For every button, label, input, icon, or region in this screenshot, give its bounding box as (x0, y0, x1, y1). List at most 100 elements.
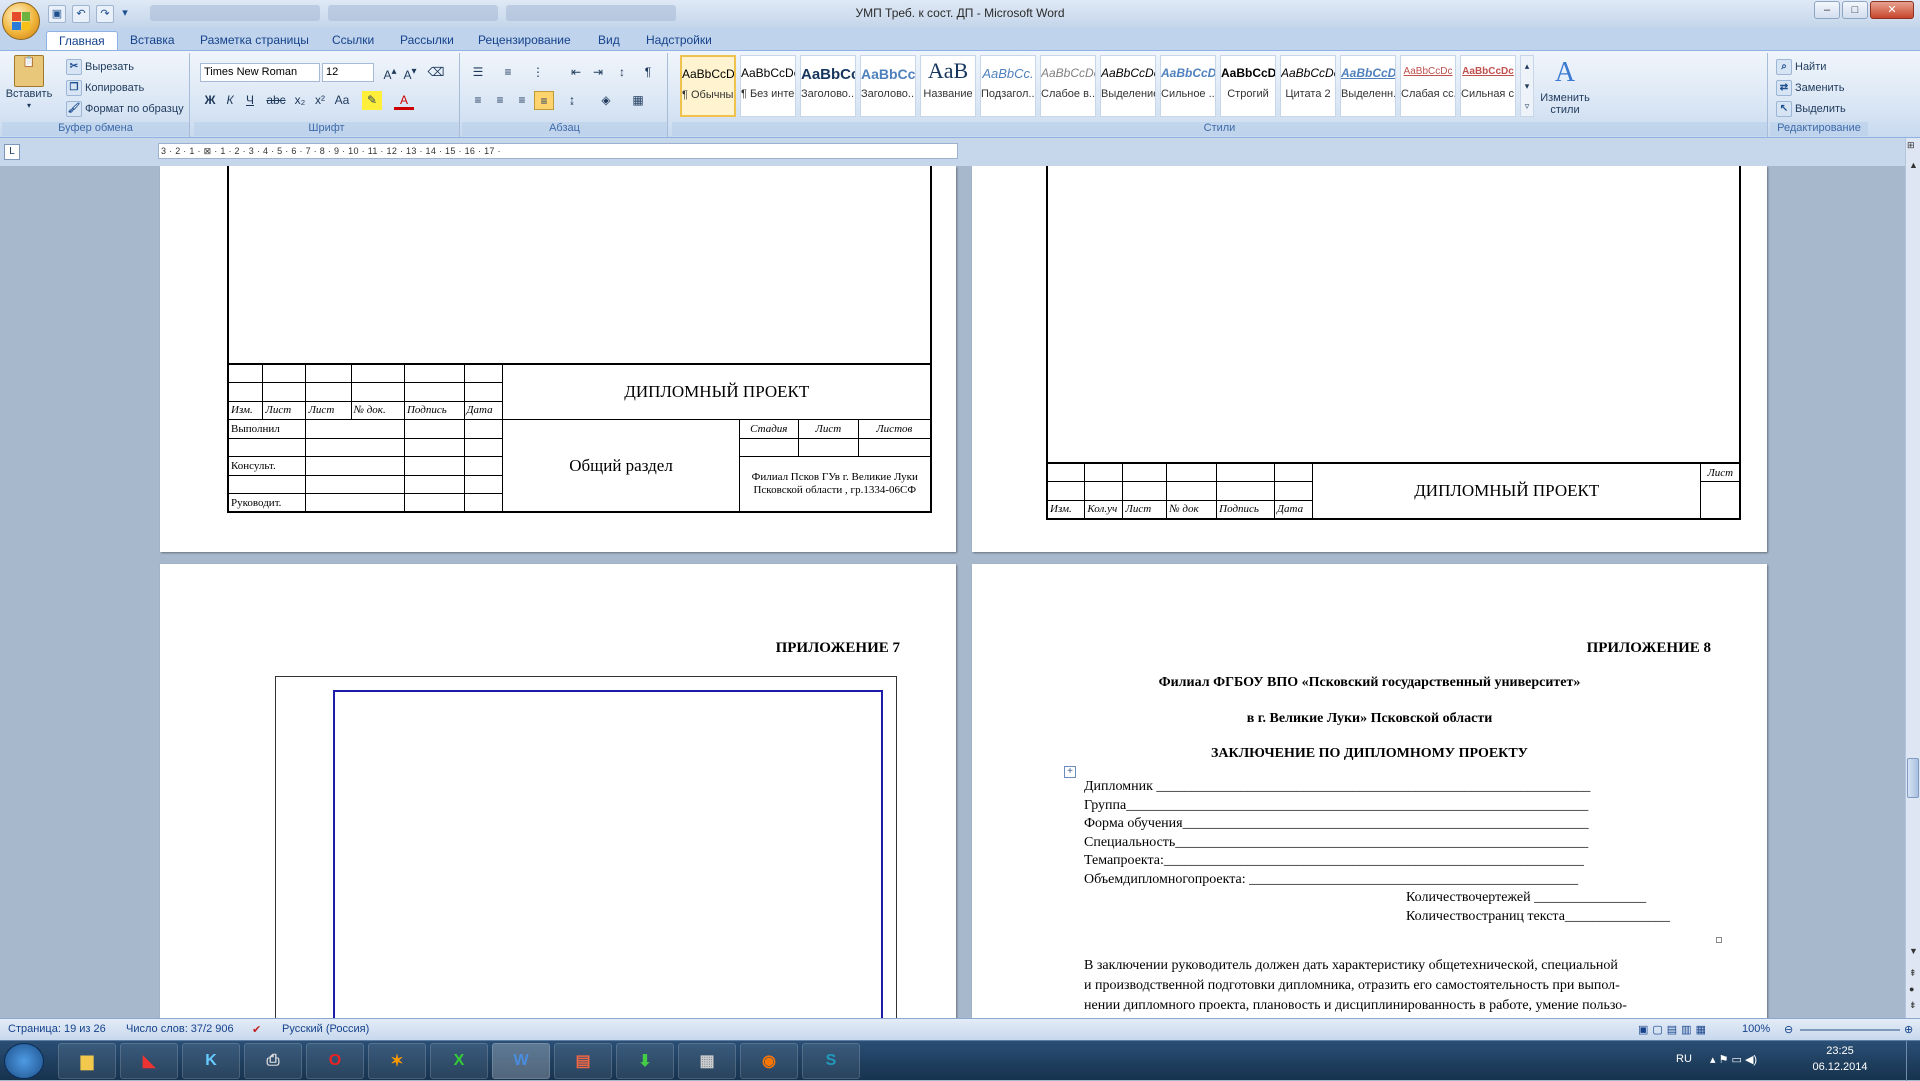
tab-home[interactable]: Главная (46, 31, 118, 50)
firefox-icon[interactable]: ◉ (740, 1043, 798, 1079)
clock-time[interactable]: 23:25 (1800, 1045, 1880, 1057)
word-count[interactable]: Число слов: 37/2 906 (126, 1023, 234, 1035)
explorer-icon[interactable]: ▆ (58, 1043, 116, 1079)
prev-page-icon[interactable]: ⇞ (1909, 968, 1917, 979)
style-heading-2[interactable]: AaBbCc Заголово... (860, 55, 916, 117)
kaspersky-icon[interactable]: K (182, 1043, 240, 1079)
app-orange-icon[interactable]: ▤ (554, 1043, 612, 1079)
tray-language[interactable]: RU (1676, 1053, 1692, 1065)
vertical-scrollbar[interactable]: ⊞ ▲ ▼ ⇞ ● ⇟ (1905, 138, 1920, 1018)
paste-button[interactable]: 📋 Вставить ▾ (6, 55, 52, 110)
justify-icon[interactable]: ≡ (534, 91, 554, 110)
language-indicator[interactable]: Русский (Россия) (282, 1023, 369, 1035)
tab-view[interactable]: Вид (586, 31, 632, 50)
table-move-handle-icon[interactable]: + (1064, 766, 1076, 778)
printer-icon[interactable]: ⎙ (244, 1043, 302, 1079)
app-star-icon[interactable]: ✶ (368, 1043, 426, 1079)
highlight-icon[interactable]: ✎ (362, 91, 382, 110)
show-marks-icon[interactable]: ¶ (638, 63, 658, 82)
style-intense-emphasis[interactable]: AaBbCcDc Сильное ... (1160, 55, 1216, 117)
download-icon[interactable]: ⬇ (616, 1043, 674, 1079)
clear-format-icon[interactable]: ⌫ (426, 63, 446, 82)
underline-button[interactable]: Ч (240, 91, 260, 110)
spellcheck-icon[interactable]: ✔ (252, 1023, 261, 1036)
zoom-in-icon[interactable]: ⊕ (1904, 1023, 1913, 1036)
multilevel-list-icon[interactable]: ⋮ (528, 63, 548, 82)
tab-mailings[interactable]: Рассылки (388, 31, 466, 50)
show-desktop-button[interactable] (1906, 1041, 1920, 1081)
styles-scroll[interactable]: ▴ ▾ ▿ (1520, 55, 1534, 117)
tab-review[interactable]: Рецензирование (466, 31, 583, 50)
cut-button[interactable]: ✂ Вырезать (66, 59, 134, 75)
font-size-combo[interactable]: 12 (322, 63, 374, 82)
tab-selector[interactable]: L (4, 144, 20, 160)
word-icon[interactable]: W (492, 1043, 550, 1079)
align-right-icon[interactable]: ≡ (512, 91, 532, 110)
style-heading-1[interactable]: AaBbCc Заголово... (800, 55, 856, 117)
zoom-slider[interactable] (1800, 1029, 1900, 1031)
subscript-button[interactable]: x₂ (290, 91, 310, 110)
grow-font-button[interactable]: A▴ (380, 63, 400, 82)
style-subtle-emphasis[interactable]: AaBbCcDc Слабое в... (1040, 55, 1096, 117)
style-intense-reference[interactable]: AaBbCcDc Сильная с... (1460, 55, 1516, 117)
superscript-button[interactable]: x² (310, 91, 330, 110)
increase-indent-icon[interactable]: ⇥ (588, 63, 608, 82)
horizontal-ruler[interactable]: 3 · 2 · 1 · ⊠ · 1 · 2 · 3 · 4 · 5 · 6 · … (158, 143, 958, 159)
style-subtle-reference[interactable]: AaBbCcDc Слабая сс... (1400, 55, 1456, 117)
borders-icon[interactable]: ▦ (628, 91, 648, 110)
style-intense-quote[interactable]: AaBbCcDc Выделенн... (1340, 55, 1396, 117)
shading-icon[interactable]: ◈ (596, 91, 616, 110)
font-name-combo[interactable]: Times New Roman (200, 63, 320, 82)
bold-button[interactable]: Ж (200, 91, 220, 110)
bullets-icon[interactable]: ☰ (468, 63, 488, 82)
tray-icons[interactable]: ▴ ⚑ ▭ ◀) (1710, 1053, 1757, 1066)
scroll-down-icon[interactable]: ▼ (1909, 946, 1918, 956)
maximize-button[interactable]: □ (1842, 1, 1868, 19)
find-button[interactable]: ⌕ Найти (1776, 59, 1826, 75)
style-quote-2[interactable]: AaBbCcDc Цитата 2 (1280, 55, 1336, 117)
tab-insert[interactable]: Вставка (118, 31, 187, 50)
numbering-icon[interactable]: ≡ (498, 63, 518, 82)
view-buttons[interactable]: ▣▢▤▥▦ (1638, 1023, 1710, 1036)
browse-object-icon[interactable]: ● (1909, 984, 1914, 994)
close-button[interactable]: ✕ (1870, 1, 1914, 19)
style-no-spacing[interactable]: AaBbCcDc ¶ Без инте... (740, 55, 796, 117)
format-painter-button[interactable]: 🖌 Формат по образцу (66, 101, 184, 117)
zoom-out-icon[interactable]: ⊖ (1784, 1023, 1793, 1036)
decrease-indent-icon[interactable]: ⇤ (566, 63, 586, 82)
opera-icon[interactable]: O (306, 1043, 364, 1079)
align-center-icon[interactable]: ≡ (490, 91, 510, 110)
change-styles-button[interactable]: A Изменить стили (1536, 57, 1594, 116)
minimize-button[interactable]: – (1814, 1, 1840, 19)
tab-page-layout[interactable]: Разметка страницы (188, 31, 321, 50)
line-spacing-icon[interactable]: ↨ (562, 91, 582, 110)
sort-icon[interactable]: ↕ (612, 63, 632, 82)
style-title[interactable]: AaB Название (920, 55, 976, 117)
style-normal[interactable]: AaBbCcDc ¶ Обычный (680, 55, 736, 117)
shrink-font-button[interactable]: A▾ (400, 63, 420, 82)
table-resize-handle[interactable] (1716, 937, 1722, 943)
clock-date[interactable]: 06.12.2014 (1800, 1061, 1880, 1073)
replace-button[interactable]: ⇄ Заменить (1776, 80, 1844, 96)
scroll-thumb[interactable] (1907, 758, 1919, 798)
office-button[interactable] (2, 2, 40, 40)
copy-button[interactable]: ❐ Копировать (66, 80, 144, 96)
select-button[interactable]: ↖ Выделить (1776, 101, 1846, 117)
style-emphasis[interactable]: AaBbCcDc Выделение (1100, 55, 1156, 117)
italic-button[interactable]: К (220, 91, 240, 110)
tab-references[interactable]: Ссылки (320, 31, 386, 50)
page-count[interactable]: Страница: 19 из 26 (8, 1023, 106, 1035)
zoom-level[interactable]: 100% (1742, 1023, 1770, 1035)
change-case-button[interactable]: Aa (332, 91, 352, 110)
align-left-icon[interactable]: ≡ (468, 91, 488, 110)
skype-icon[interactable]: S (802, 1043, 860, 1079)
app-red-icon[interactable]: ◣ (120, 1043, 178, 1079)
ruler-toggle-icon[interactable]: ⊞ (1907, 140, 1915, 151)
calculator-icon[interactable]: ▦ (678, 1043, 736, 1079)
tab-addins[interactable]: Надстройки (634, 31, 724, 50)
font-color-button[interactable]: A (394, 91, 414, 110)
start-button[interactable] (4, 1043, 44, 1079)
scroll-up-icon[interactable]: ▲ (1909, 160, 1918, 170)
strikethrough-button[interactable]: abc (266, 91, 286, 110)
next-page-icon[interactable]: ⇟ (1909, 1000, 1917, 1011)
